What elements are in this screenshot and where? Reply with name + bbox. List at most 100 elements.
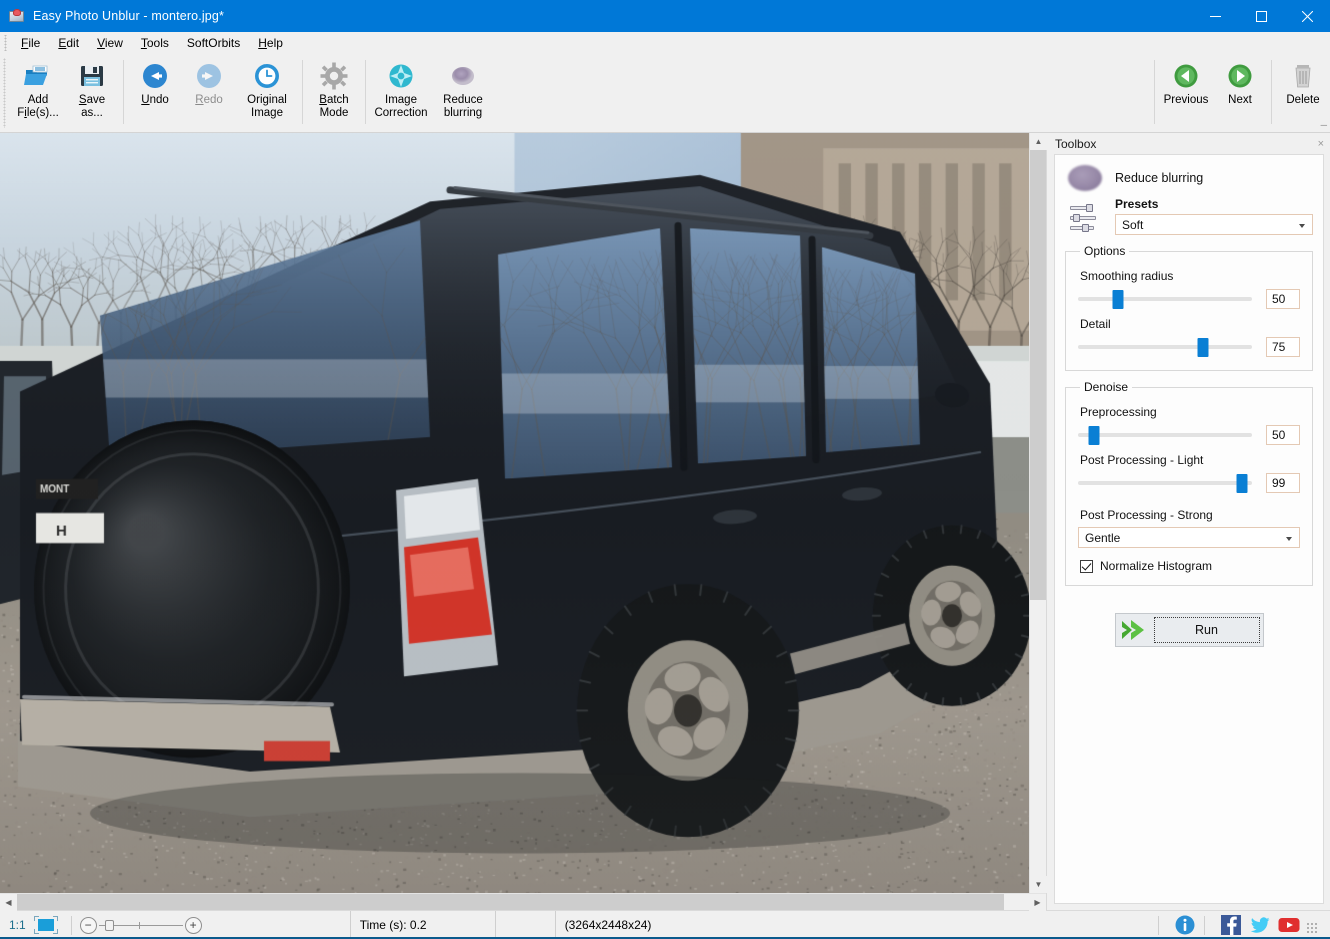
smoothing-radius-row: 50 [1078, 288, 1300, 310]
photo-viewport[interactable] [0, 133, 1029, 893]
zoom-slider-handle[interactable] [105, 920, 114, 931]
window-title: Easy Photo Unblur - montero.jpg* [33, 9, 1192, 23]
batch-mode-button[interactable]: Batch Mode [307, 54, 361, 121]
next-button[interactable]: Next [1213, 54, 1267, 132]
post-processing-light-slider[interactable] [1078, 472, 1252, 494]
preprocessing-value[interactable]: 50 [1266, 425, 1300, 445]
facebook-icon[interactable] [1220, 914, 1242, 936]
previous-button[interactable]: Previous [1159, 54, 1213, 132]
menu-help[interactable]: Help [249, 34, 292, 52]
menu-bar: File Edit View Tools SoftOrbits Help [0, 32, 1330, 54]
slider-thumb[interactable] [1198, 338, 1209, 357]
menu-edit[interactable]: Edit [49, 34, 88, 52]
detail-row: 75 [1078, 336, 1300, 358]
info-icon[interactable] [1174, 914, 1196, 936]
status-time: Time (s): 0.2 [350, 911, 495, 939]
previous-label: Previous [1164, 94, 1209, 107]
horizontal-scrollbar[interactable]: ◀ ▶ [0, 893, 1046, 910]
scroll-up-arrow[interactable]: ▲ [1030, 133, 1047, 150]
horizontal-scroll-track[interactable] [17, 894, 1029, 910]
save-as-button[interactable]: Save as... [65, 54, 119, 121]
run-button[interactable]: Run [1115, 613, 1264, 647]
green-right-arrow-icon [1225, 61, 1255, 91]
zoom-in-button[interactable]: + [185, 917, 202, 934]
app-icon [9, 8, 25, 24]
scroll-right-arrow[interactable]: ▶ [1029, 894, 1046, 911]
preprocessing-row: 50 [1078, 424, 1300, 446]
post-processing-strong-value: Gentle [1085, 531, 1120, 545]
horizontal-scroll-thumb[interactable] [17, 894, 1004, 910]
reduce-blurring-button[interactable]: Reduce blurring [432, 54, 494, 121]
redo-arrow-icon [194, 61, 224, 91]
post-processing-strong-dropdown[interactable]: Gentle [1078, 527, 1300, 548]
vertical-scroll-track[interactable] [1030, 150, 1046, 876]
save-as-label: Save as... [79, 94, 105, 120]
presets-dropdown[interactable]: Soft [1115, 214, 1313, 235]
youtube-icon[interactable] [1278, 914, 1300, 936]
trash-can-icon [1288, 61, 1318, 91]
menu-softorbits[interactable]: SoftOrbits [178, 34, 249, 52]
canvas-row: ▲ ▼ [0, 133, 1046, 893]
detail-value[interactable]: 75 [1266, 337, 1300, 357]
menu-grip-handle[interactable] [2, 35, 10, 51]
status-blank-cell [495, 911, 555, 939]
preprocessing-label: Preprocessing [1080, 405, 1300, 419]
vertical-scrollbar[interactable]: ▲ ▼ [1029, 133, 1046, 893]
slider-thumb[interactable] [1088, 426, 1099, 445]
presets-value: Soft [1122, 218, 1143, 232]
slider-thumb[interactable] [1236, 474, 1247, 493]
image-correction-button[interactable]: Image Correction [370, 54, 432, 121]
toolbar-file-group: Add File(s)... Save as... [11, 54, 119, 132]
preprocessing-slider[interactable] [1078, 424, 1252, 446]
minimize-button[interactable] [1192, 0, 1238, 32]
fit-to-screen-icon[interactable] [33, 916, 59, 934]
slider-thumb[interactable] [1113, 290, 1124, 309]
normalize-histogram-checkbox[interactable] [1080, 560, 1093, 573]
scroll-left-arrow[interactable]: ◀ [0, 894, 17, 911]
toolbar-expand-icon[interactable]: ─ [1321, 120, 1327, 130]
toolbar-separator [123, 60, 124, 124]
undo-button[interactable]: Undo [128, 54, 182, 108]
toolbar-separator-2 [302, 60, 303, 124]
maximize-button[interactable] [1238, 0, 1284, 32]
toolbar-grip-handle[interactable] [3, 58, 10, 128]
status-dimensions: (3264x2448x24) [555, 911, 1150, 939]
status-divider-2 [1158, 916, 1159, 935]
toolbox-close-icon[interactable]: × [1318, 138, 1324, 150]
scroll-down-arrow[interactable]: ▼ [1030, 876, 1047, 893]
close-button[interactable] [1284, 0, 1330, 32]
normalize-histogram-row[interactable]: Normalize Histogram [1080, 559, 1300, 573]
twitter-icon[interactable] [1249, 914, 1271, 936]
status-social-links [1150, 914, 1330, 936]
add-files-button[interactable]: Add File(s)... [11, 54, 65, 121]
post-processing-light-value[interactable]: 99 [1266, 473, 1300, 493]
chevron-down-icon [1299, 224, 1305, 228]
main-area: ▲ ▼ ◀ ▶ Toolbox × Reduce blurring Preset… [0, 133, 1330, 910]
toolbar-navigation-group: Previous Next Delete [1150, 54, 1330, 132]
presets-row: Presets Soft [1065, 197, 1313, 235]
undo-label: Undo [141, 94, 169, 107]
vertical-scroll-thumb[interactable] [1030, 150, 1046, 600]
menu-file[interactable]: File [12, 34, 49, 52]
toolbar-separator-5 [1271, 60, 1272, 124]
green-left-arrow-icon [1171, 61, 1201, 91]
zoom-slider-track[interactable] [99, 925, 183, 926]
menu-tools[interactable]: Tools [132, 34, 178, 52]
zoom-ratio-label: 1:1 [0, 918, 33, 932]
zoom-out-button[interactable]: − [80, 917, 97, 934]
smoothing-radius-label: Smoothing radius [1080, 269, 1300, 283]
smoothing-radius-slider[interactable] [1078, 288, 1252, 310]
detail-slider[interactable] [1078, 336, 1252, 358]
smoothing-radius-value[interactable]: 50 [1266, 289, 1300, 309]
presets-label: Presets [1115, 197, 1313, 211]
toolbox-body: Reduce blurring Presets Soft Options Smo… [1054, 154, 1324, 904]
resize-grip[interactable] [1306, 922, 1318, 934]
menu-view[interactable]: View [88, 34, 132, 52]
original-image-button[interactable]: Original Image [236, 54, 298, 121]
zoom-slider-control[interactable]: − + [80, 917, 202, 934]
main-toolbar: Add File(s)... Save as... Undo Redo Orig… [0, 54, 1330, 133]
green-double-arrow-icon [1118, 617, 1154, 643]
undo-arrow-icon [140, 61, 170, 91]
slider-track [1078, 297, 1252, 301]
redo-button[interactable]: Redo [182, 54, 236, 108]
